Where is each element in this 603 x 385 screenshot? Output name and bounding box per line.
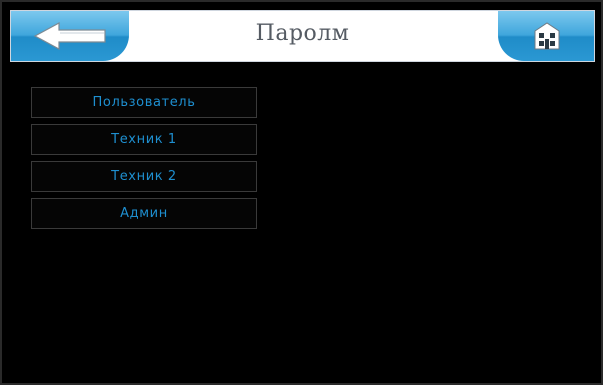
menu-item-technician-2[interactable]: Техник 2 — [31, 161, 257, 192]
screen: Паролм Пользователь Техник 1 Техник 2 Ад… — [0, 0, 603, 385]
header-bar: Паролм — [10, 10, 595, 62]
home-icon — [534, 22, 560, 50]
menu-item-admin[interactable]: Админ — [31, 198, 257, 229]
menu-item-technician-1[interactable]: Техник 1 — [31, 124, 257, 155]
menu-item-user[interactable]: Пользователь — [31, 87, 257, 118]
home-button[interactable] — [498, 11, 594, 61]
user-menu: Пользователь Техник 1 Техник 2 Админ — [31, 87, 257, 235]
